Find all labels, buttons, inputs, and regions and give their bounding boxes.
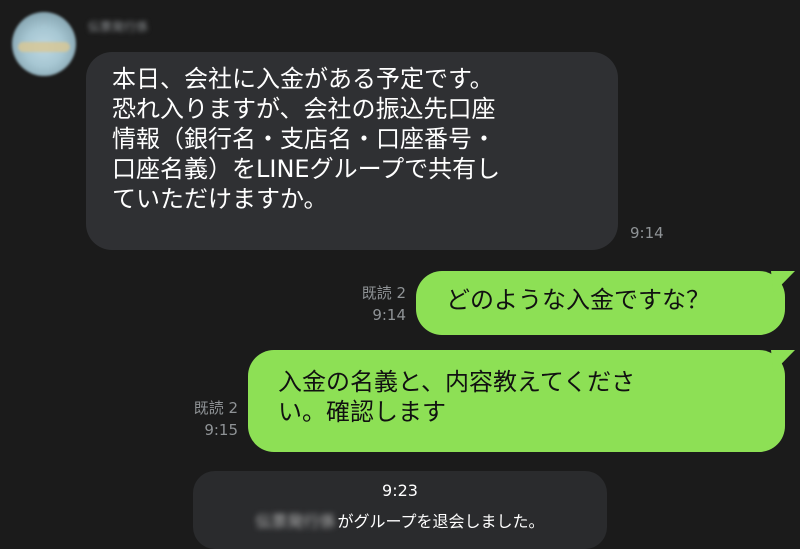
outgoing-message-time: 9:15 — [204, 421, 238, 439]
system-notice: 9:23 伝票発行係 がグループを退会しました。 — [193, 471, 607, 549]
outgoing-message-bubble[interactable]: どのような入金ですな？ — [416, 271, 795, 335]
incoming-message-time: 9:14 — [630, 224, 664, 242]
sender-avatar[interactable] — [12, 12, 76, 76]
read-receipt: 既読 2 — [361, 284, 406, 302]
outgoing-message-time: 9:14 — [372, 306, 406, 324]
incoming-message-text: 本日、会社に入金がある予定です。 恐れ入りますが、会社の振込先口座 情報（銀行名… — [112, 65, 501, 213]
avatar-image-detail — [18, 42, 70, 52]
outgoing-message-meta: 既読 2 9:15 — [162, 397, 238, 441]
incoming-message-bubble[interactable]: 本日、会社に入金がある予定です。 恐れ入りますが、会社の振込先口座 情報（銀行名… — [86, 52, 618, 250]
leave-message: がグループを退会しました。 — [337, 512, 545, 531]
outgoing-message-text: 入金の名義と、内容教えてくださ い。確認します — [278, 368, 636, 426]
sender-name: 伝票発行係 — [88, 20, 149, 34]
member-name: 伝票発行係 — [255, 512, 336, 531]
outgoing-message-bubble[interactable]: 入金の名義と、内容教えてくださ い。確認します — [248, 350, 795, 452]
read-receipt: 既読 2 — [193, 399, 238, 417]
system-notice-time: 9:23 — [382, 481, 418, 500]
system-notice-text: 伝票発行係 がグループを退会しました。 — [193, 508, 607, 532]
outgoing-message-text: どのような入金ですな？ — [446, 286, 710, 314]
outgoing-message-meta: 既読 2 9:14 — [330, 282, 406, 326]
